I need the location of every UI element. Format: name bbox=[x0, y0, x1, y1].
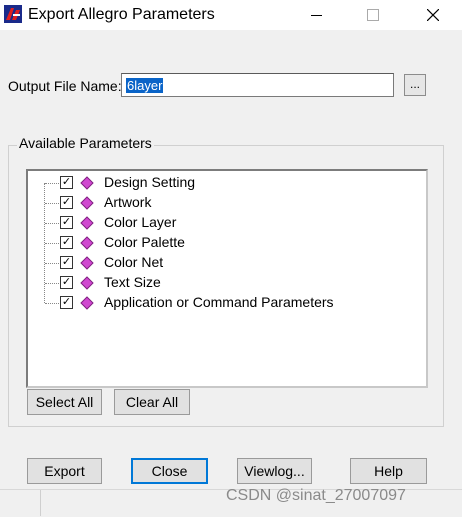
tree-item[interactable]: ✓ Text Size bbox=[28, 273, 408, 293]
window-title: Export Allegro Parameters bbox=[28, 6, 215, 23]
checkbox[interactable]: ✓ bbox=[60, 176, 73, 189]
tree-item[interactable]: ✓ Design Setting bbox=[28, 173, 408, 193]
tree-item[interactable]: ✓ Artwork bbox=[28, 193, 408, 213]
tree-branch bbox=[45, 203, 59, 204]
tree-item-label: Artwork bbox=[104, 194, 152, 210]
parameters-tree[interactable]: ✓ Design Setting ✓ Artwork ✓ Color Layer… bbox=[26, 169, 428, 388]
tree-item[interactable]: ✓ Color Net bbox=[28, 253, 408, 273]
browse-button[interactable]: ... bbox=[404, 74, 426, 96]
tree-branch bbox=[45, 283, 59, 284]
output-file-value: 6layer bbox=[126, 78, 164, 93]
checkbox[interactable]: ✓ bbox=[60, 276, 73, 289]
parameter-icon bbox=[80, 196, 94, 210]
tree-item-label: Color Net bbox=[104, 254, 164, 270]
viewlog-button[interactable]: Viewlog... bbox=[237, 458, 312, 484]
tree-branch bbox=[45, 263, 59, 264]
tree-item[interactable]: ✓ Color Layer bbox=[28, 213, 408, 233]
checkbox[interactable]: ✓ bbox=[60, 256, 73, 269]
tree-item-label: Text Size bbox=[104, 274, 161, 290]
allegro-app-icon bbox=[4, 5, 22, 23]
parameter-icon bbox=[80, 176, 94, 190]
parameter-icon bbox=[80, 256, 94, 270]
tree-branch bbox=[45, 183, 59, 184]
status-divider bbox=[40, 490, 41, 516]
tree-item-label: Color Palette bbox=[104, 234, 185, 250]
parameter-icon bbox=[80, 276, 94, 290]
tree-item-label: Color Layer bbox=[104, 214, 177, 230]
close-icon bbox=[427, 9, 439, 21]
tree-branch bbox=[45, 243, 59, 244]
tree-item-label: Design Setting bbox=[104, 174, 196, 190]
tree-item[interactable]: ✓ Application or Command Parameters bbox=[28, 293, 408, 313]
maximize-icon bbox=[367, 9, 379, 21]
export-button[interactable]: Export bbox=[27, 458, 102, 484]
maximize-button[interactable] bbox=[350, 0, 396, 30]
parameter-icon bbox=[80, 296, 94, 310]
parameter-icon bbox=[80, 236, 94, 250]
tree-item[interactable]: ✓ Color Palette bbox=[28, 233, 408, 253]
parameter-icon bbox=[80, 216, 94, 230]
select-all-button[interactable]: Select All bbox=[27, 389, 102, 415]
tree-item-label: Application or Command Parameters bbox=[104, 294, 334, 310]
output-file-label: Output File Name: bbox=[8, 78, 122, 94]
group-title: Available Parameters bbox=[17, 135, 154, 151]
checkbox[interactable]: ✓ bbox=[60, 296, 73, 309]
close-button[interactable]: Close bbox=[131, 458, 208, 484]
clear-all-button[interactable]: Clear All bbox=[114, 389, 190, 415]
checkbox[interactable]: ✓ bbox=[60, 216, 73, 229]
checkbox[interactable]: ✓ bbox=[60, 236, 73, 249]
checkbox[interactable]: ✓ bbox=[60, 196, 73, 209]
title-bar: Export Allegro Parameters bbox=[0, 0, 462, 30]
help-button[interactable]: Help bbox=[350, 458, 427, 484]
close-window-button[interactable] bbox=[410, 0, 456, 30]
minimize-icon bbox=[310, 14, 322, 16]
watermark: CSDN @sinat_27007097 bbox=[226, 487, 406, 504]
tree-branch bbox=[45, 303, 59, 304]
tree-branch bbox=[45, 223, 59, 224]
minimize-button[interactable] bbox=[293, 0, 339, 30]
output-file-input[interactable]: 6layer bbox=[121, 73, 394, 97]
